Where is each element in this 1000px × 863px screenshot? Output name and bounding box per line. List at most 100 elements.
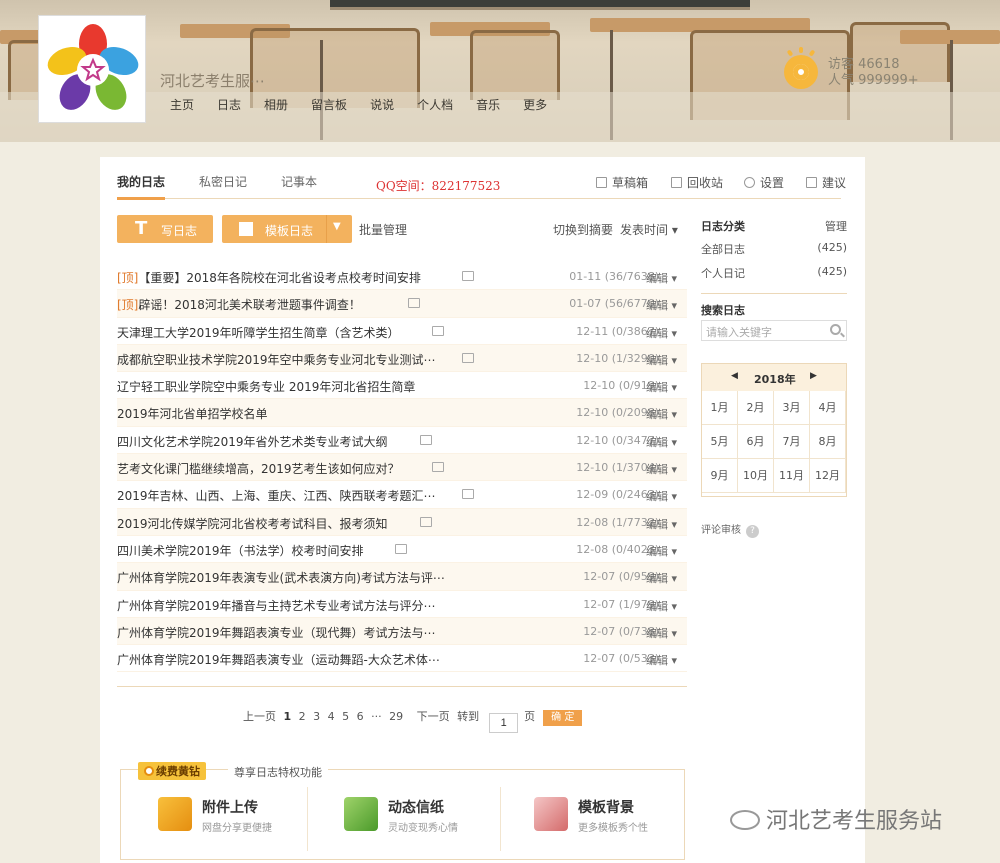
- calendar-month[interactable]: 1月: [702, 391, 738, 425]
- chevron-down-icon[interactable]: ▼: [333, 221, 341, 232]
- edit-dropdown[interactable]: 编辑 ▾: [646, 516, 677, 532]
- blog-title-link[interactable]: 广州体育学院2019年舞蹈表演专业（运动舞蹈-大众艺术体⋯: [117, 651, 440, 668]
- chevron-down-icon: ▾: [671, 223, 678, 237]
- help-icon[interactable]: ?: [746, 525, 759, 538]
- nav-item-guestbook[interactable]: 留言板: [311, 96, 347, 113]
- edit-dropdown[interactable]: 编辑 ▾: [646, 270, 677, 286]
- manage-link[interactable]: 管理: [825, 218, 847, 234]
- blog-title-link[interactable]: 2019年吉林、山西、上海、重庆、江西、陕西联考考题汇⋯: [117, 487, 436, 504]
- nav-item-status[interactable]: 说说: [370, 96, 394, 113]
- page-link[interactable]: 29: [389, 710, 403, 723]
- next-page-link[interactable]: 下一页: [417, 710, 450, 723]
- calendar-month[interactable]: 3月: [774, 391, 810, 425]
- prev-year-icon[interactable]: ◀: [731, 371, 738, 381]
- calendar-month[interactable]: 12月: [810, 459, 846, 493]
- edit-dropdown[interactable]: 编辑 ▾: [646, 379, 677, 395]
- blog-title-link[interactable]: [顶]【重要】2018年各院校在河北省设考点校考时间安排: [117, 269, 421, 286]
- prev-page-link[interactable]: 上一页: [243, 710, 276, 723]
- sort-dropdown[interactable]: 发表时间 ▾: [620, 221, 678, 238]
- page-link[interactable]: 2: [299, 710, 306, 723]
- popularity-count: 人气 999999+: [828, 73, 919, 88]
- blog-title-link[interactable]: 2019河北传媒学院河北省校考考试科目、报考须知: [117, 515, 388, 532]
- calendar-month[interactable]: 8月: [810, 425, 846, 459]
- confirm-page-button[interactable]: 确 定: [543, 710, 583, 726]
- blog-title-link[interactable]: 2019年河北省单招学校名单: [117, 405, 268, 422]
- calendar-month[interactable]: 9月: [702, 459, 738, 493]
- template-blog-button[interactable]: 模板日志 ▼: [222, 215, 352, 243]
- edit-dropdown[interactable]: 编辑 ▾: [646, 488, 677, 504]
- edit-dropdown[interactable]: 编辑 ▾: [646, 543, 677, 559]
- page-link[interactable]: 5: [342, 710, 349, 723]
- settings-link[interactable]: 设置: [744, 174, 784, 191]
- blog-title-link[interactable]: 艺考文化课门槛继续增高，2019艺考生该如何应对？: [117, 460, 400, 477]
- flower-logo-icon: [47, 24, 139, 110]
- blog-title: 天津理工大学2019年听障学生招生简章（含艺术类）: [117, 325, 400, 340]
- blog-title-link[interactable]: 广州体育学院2019年播音与主持艺术专业考试方法与评分⋯: [117, 597, 436, 614]
- blog-title: 广州体育学院2019年表演专业(武术表演方向)考试方法与评⋯: [117, 571, 445, 586]
- template-blog-label: 模板日志: [265, 224, 314, 238]
- edit-dropdown[interactable]: 编辑 ▾: [646, 325, 677, 341]
- calendar-month[interactable]: 10月: [738, 459, 774, 493]
- nav-item-album[interactable]: 相册: [264, 96, 288, 113]
- category-all[interactable]: 全部日志: [701, 241, 745, 257]
- calendar-month[interactable]: 2月: [738, 391, 774, 425]
- comment-review[interactable]: 评论审核?: [701, 521, 759, 538]
- blog-title-link[interactable]: 成都航空职业技术学院2019年空中乘务专业河北专业测试⋯: [117, 351, 436, 368]
- site-logo[interactable]: [38, 15, 146, 123]
- blog-title-link[interactable]: [顶]辟谣！2018河北美术联考泄题事件调查！: [117, 296, 361, 313]
- page-link[interactable]: 6: [357, 710, 364, 723]
- blog-title-link[interactable]: 四川美术学院2019年（书法学）校考时间安排: [117, 542, 364, 559]
- nav-item-profile[interactable]: 个人档: [417, 96, 453, 113]
- nav-item-music[interactable]: 音乐: [476, 96, 500, 113]
- blog-title: 四川文化艺术学院2019年省外艺术类专业考试大纲: [117, 434, 388, 449]
- calendar-month[interactable]: 4月: [810, 391, 846, 425]
- tab-notebook[interactable]: 记事本: [281, 173, 317, 190]
- blog-title-link[interactable]: 天津理工大学2019年听障学生招生简章（含艺术类）: [117, 324, 400, 341]
- blog-title-link[interactable]: 广州体育学院2019年舞蹈表演专业（现代舞）考试方法与⋯: [117, 624, 436, 641]
- edit-dropdown[interactable]: 编辑 ▾: [646, 297, 677, 313]
- post-date: 12-07: [583, 570, 616, 584]
- edit-dropdown[interactable]: 编辑 ▾: [646, 352, 677, 368]
- search-input[interactable]: 请输入关键字: [701, 320, 847, 341]
- edit-dropdown[interactable]: 编辑 ▾: [646, 434, 677, 450]
- vip-badge[interactable]: 续费黄钻: [138, 762, 206, 780]
- switch-summary-link[interactable]: 切换到摘要: [553, 221, 613, 238]
- batch-manage-link[interactable]: 批量管理: [359, 221, 407, 238]
- tab-my-blog[interactable]: 我的日志: [117, 173, 165, 190]
- blog-title-link[interactable]: 辽宁轻工职业学院空中乘务专业 2019年河北省招生简章: [117, 378, 415, 395]
- calendar-month[interactable]: 11月: [774, 459, 810, 493]
- recycle-bin-link[interactable]: 回收站: [671, 174, 723, 191]
- site-title[interactable]: 河北艺考生服⋯: [160, 70, 265, 91]
- blog-title-link[interactable]: 四川文化艺术学院2019年省外艺术类专业考试大纲: [117, 433, 388, 450]
- nav-item-more[interactable]: 更多: [523, 96, 547, 113]
- blog-row: 2019年河北省单招学校名单 12-10 (0/2098) 编辑 ▾: [117, 399, 687, 427]
- calendar-month[interactable]: 6月: [738, 425, 774, 459]
- drafts-link[interactable]: 草稿箱: [596, 174, 648, 191]
- feedback-link[interactable]: 建议: [806, 174, 846, 191]
- page-link[interactable]: 3: [313, 710, 320, 723]
- list-divider: [117, 686, 687, 687]
- blog-title-link[interactable]: 广州体育学院2019年表演专业(武术表演方向)考试方法与评⋯: [117, 569, 445, 586]
- search-icon[interactable]: [830, 324, 841, 335]
- goto-page-input[interactable]: [489, 713, 519, 733]
- blog-title: 艺考文化课门槛继续增高，2019艺考生该如何应对？: [117, 462, 400, 477]
- edit-dropdown[interactable]: 编辑 ▾: [646, 598, 677, 614]
- edit-icon: [806, 177, 817, 188]
- nav-item-blog[interactable]: 日志: [217, 96, 241, 113]
- blog-title: 辽宁轻工职业学院空中乘务专业 2019年河北省招生简章: [117, 380, 416, 395]
- edit-dropdown[interactable]: 编辑 ▾: [646, 652, 677, 668]
- calendar-month[interactable]: 5月: [702, 425, 738, 459]
- edit-dropdown[interactable]: 编辑 ▾: [646, 461, 677, 477]
- page-link[interactable]: 1: [284, 710, 292, 723]
- next-year-icon[interactable]: ▶: [810, 371, 817, 381]
- edit-dropdown[interactable]: 编辑 ▾: [646, 570, 677, 586]
- page-link[interactable]: 4: [328, 710, 335, 723]
- write-blog-button[interactable]: T 写日志: [117, 215, 213, 243]
- edit-dropdown[interactable]: 编辑 ▾: [646, 406, 677, 422]
- calendar-month[interactable]: 7月: [774, 425, 810, 459]
- nav-item-home[interactable]: 主页: [170, 96, 194, 113]
- category-personal[interactable]: 个人日记: [701, 265, 745, 281]
- edit-dropdown[interactable]: 编辑 ▾: [646, 625, 677, 641]
- tab-private-diary[interactable]: 私密日记: [199, 173, 247, 190]
- blog-row: 天津理工大学2019年听障学生招生简章（含艺术类） 12-11 (0/3867) 编…: [117, 318, 687, 345]
